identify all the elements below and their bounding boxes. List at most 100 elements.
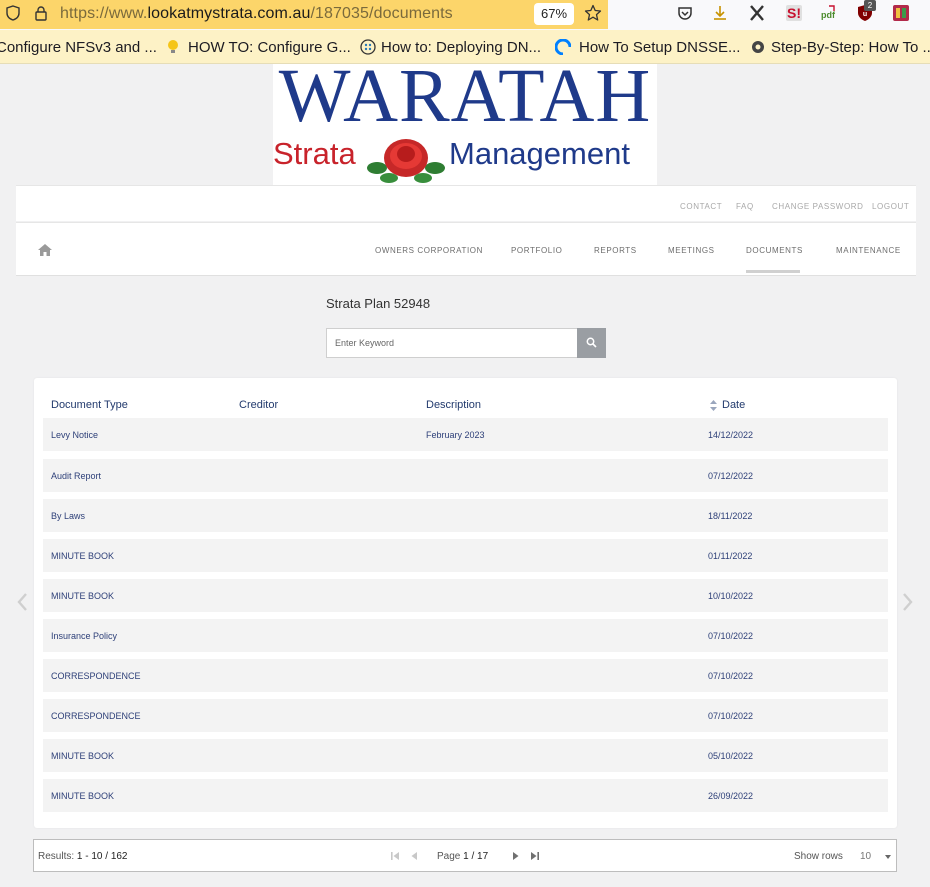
column-header-document-type[interactable]: Document Type: [51, 399, 128, 411]
table-row[interactable]: MINUTE BOOK 26/09/2022: [43, 779, 888, 812]
url-text[interactable]: https://www.lookatmystrata.com.au/187035…: [60, 5, 453, 23]
table-row[interactable]: Audit Report 07/12/2022: [43, 459, 888, 492]
logout-link[interactable]: LOGOUT: [872, 202, 909, 211]
digitalocean-icon: [555, 39, 571, 55]
search-input[interactable]: [326, 328, 578, 358]
results-label: Results:: [38, 851, 77, 862]
sort-icon[interactable]: [710, 400, 717, 411]
last-page-icon[interactable]: [530, 851, 540, 861]
documents-table: Document Type Creditor Description Date …: [34, 378, 897, 828]
column-header-creditor[interactable]: Creditor: [239, 399, 278, 411]
page-content: WARATAH Strata Management CONTACT FAQ CH…: [16, 58, 916, 887]
s-extension-icon[interactable]: S!: [785, 4, 803, 22]
nav-documents[interactable]: DOCUMENTS: [746, 246, 803, 255]
pocket-icon[interactable]: [676, 4, 694, 22]
waratah-logo[interactable]: WARATAH Strata Management: [273, 58, 657, 185]
nav-owners-corporation[interactable]: OWNERS CORPORATION: [375, 246, 483, 255]
nav-portfolio[interactable]: PORTFOLIO: [511, 246, 562, 255]
page-value: 1 / 17: [463, 851, 489, 862]
column-header-description[interactable]: Description: [426, 399, 481, 411]
url-domain: lookatmystrata.com.au: [147, 5, 311, 22]
bookmark-star-icon[interactable]: [584, 4, 602, 22]
shield-icon[interactable]: [6, 5, 20, 21]
lightbulb-icon: [168, 40, 178, 53]
page-title: Strata Plan 52948: [326, 296, 431, 311]
bookmark-item[interactable]: Configure NFSv3 and ...: [0, 39, 157, 56]
color-extension-icon[interactable]: [892, 4, 910, 22]
x-extension-icon[interactable]: [748, 4, 766, 22]
first-page-icon[interactable]: [390, 851, 400, 861]
browser-toolbar: https://www.lookatmystrata.com.au/187035…: [0, 0, 930, 30]
page-indicator: Page 1 / 17: [437, 851, 488, 862]
previous-page-icon[interactable]: [409, 851, 419, 861]
logo-title: WARATAH: [278, 54, 652, 138]
top-utility-nav: CONTACT FAQ CHANGE PASSWORD LOGOUT: [16, 185, 916, 221]
cell-document-type[interactable]: CORRESPONDENCE: [51, 711, 141, 721]
svg-text:S!: S!: [787, 5, 801, 21]
main-nav: OWNERS CORPORATION PORTFOLIO REPORTS MEE…: [16, 222, 916, 276]
svg-text:u: u: [863, 11, 867, 18]
cell-date: 07/10/2022: [708, 671, 754, 681]
cell-document-type[interactable]: MINUTE BOOK: [51, 591, 114, 601]
show-rows-label: Show rows: [794, 851, 843, 862]
home-icon[interactable]: [38, 244, 52, 256]
cell-document-type[interactable]: Audit Report: [51, 471, 101, 481]
zoom-level-button[interactable]: 67%: [534, 3, 574, 25]
table-row[interactable]: MINUTE BOOK 05/10/2022: [43, 739, 888, 772]
table-row[interactable]: By Laws 18/11/2022: [43, 499, 888, 532]
cell-document-type[interactable]: By Laws: [51, 511, 85, 521]
table-row[interactable]: Insurance Policy 07/10/2022: [43, 619, 888, 652]
contact-link[interactable]: CONTACT: [680, 202, 722, 211]
logo-subtitle-left: Strata: [273, 136, 356, 171]
active-tab-indicator: [746, 270, 800, 273]
cell-date: 05/10/2022: [708, 751, 754, 761]
logo-subtitle-right: Management: [449, 136, 630, 171]
nav-meetings[interactable]: MEETINGS: [668, 246, 715, 255]
rows-per-page-select[interactable]: 10: [852, 843, 897, 868]
svg-text:pdf: pdf: [821, 10, 836, 20]
results-count: Results: 1 - 10 / 162: [38, 851, 128, 862]
lock-icon[interactable]: [34, 5, 48, 21]
change-password-link[interactable]: CHANGE PASSWORD: [772, 202, 864, 211]
next-page-icon[interactable]: [511, 851, 521, 861]
faq-link[interactable]: FAQ: [736, 202, 754, 211]
page-label: Page: [437, 851, 464, 862]
column-header-date[interactable]: Date: [722, 399, 745, 411]
table-row[interactable]: MINUTE BOOK 10/10/2022: [43, 579, 888, 612]
address-bar[interactable]: https://www.lookatmystrata.com.au/187035…: [0, 0, 608, 29]
search-button[interactable]: [577, 328, 606, 358]
nav-reports[interactable]: REPORTS: [594, 246, 637, 255]
rows-select-value: 10: [860, 851, 872, 862]
cell-date: 10/10/2022: [708, 591, 754, 601]
table-row[interactable]: CORRESPONDENCE 07/10/2022: [43, 699, 888, 732]
table-row[interactable]: MINUTE BOOK 01/11/2022: [43, 539, 888, 572]
cell-document-type[interactable]: MINUTE BOOK: [51, 551, 114, 561]
pdf-extension-icon[interactable]: pdf: [819, 4, 837, 22]
url-prefix: https://www.: [60, 5, 148, 22]
cell-description: February 2023: [426, 430, 485, 440]
chevron-right-icon[interactable]: [902, 592, 914, 612]
cell-date: 07/10/2022: [708, 631, 754, 641]
chevron-left-icon[interactable]: [16, 592, 28, 612]
cell-date: 07/10/2022: [708, 711, 754, 721]
cell-date: 18/11/2022: [708, 511, 753, 521]
cell-date: 26/09/2022: [708, 791, 754, 801]
download-icon[interactable]: [711, 4, 729, 22]
cell-date: 01/11/2022: [708, 551, 753, 561]
cell-document-type[interactable]: MINUTE BOOK: [51, 751, 114, 761]
gear-icon: [752, 41, 764, 53]
dots-circle-icon: [360, 39, 376, 55]
cell-document-type[interactable]: Levy Notice: [51, 430, 98, 440]
results-value: 1 - 10 / 162: [76, 851, 128, 862]
url-path: /187035/documents: [310, 5, 453, 22]
cell-document-type[interactable]: CORRESPONDENCE: [51, 671, 141, 681]
pagination-bar: Results: 1 - 10 / 162 Page 1 / 17 Show r…: [33, 839, 897, 872]
search-icon: [586, 337, 597, 348]
waratah-flower-icon: [367, 139, 445, 183]
table-row[interactable]: Levy Notice February 2023 14/12/2022: [43, 418, 888, 451]
bookmark-item[interactable]: Step-By-Step: How To ...: [771, 39, 930, 56]
table-row[interactable]: CORRESPONDENCE 07/10/2022: [43, 659, 888, 692]
cell-document-type[interactable]: MINUTE BOOK: [51, 791, 114, 801]
nav-maintenance[interactable]: MAINTENANCE: [836, 246, 901, 255]
cell-document-type[interactable]: Insurance Policy: [51, 631, 117, 641]
